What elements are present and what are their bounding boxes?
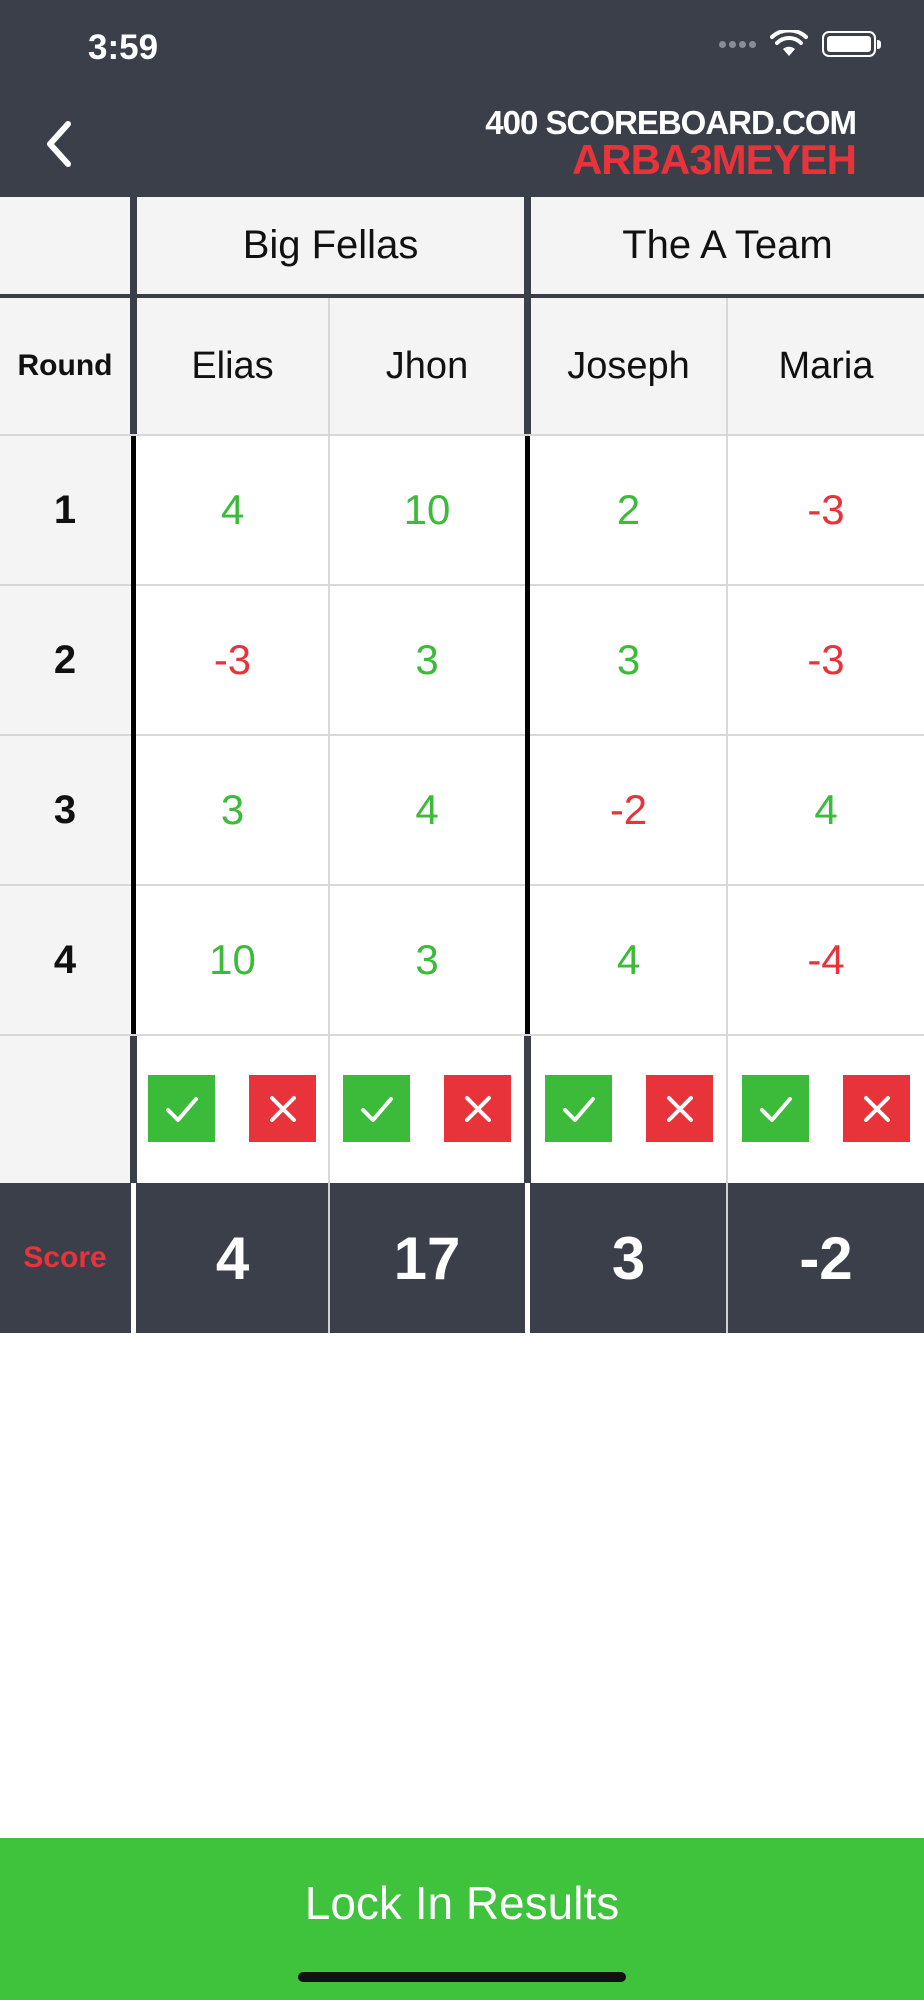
confirm-button[interactable] bbox=[545, 1075, 612, 1142]
player-header-jhon: Jhon bbox=[330, 298, 524, 434]
close-icon bbox=[269, 1095, 296, 1122]
close-icon bbox=[464, 1095, 491, 1122]
home-indicator bbox=[298, 1972, 626, 1982]
check-icon bbox=[165, 1096, 198, 1122]
player-name: Joseph bbox=[567, 344, 690, 387]
score-table: Big Fellas The A Team Round Elias Jhon J… bbox=[0, 197, 924, 1183]
score-cell[interactable]: 4 bbox=[137, 436, 328, 584]
column-divider bbox=[130, 1036, 137, 1183]
round-number: 4 bbox=[0, 886, 130, 1034]
close-icon bbox=[666, 1095, 693, 1122]
status-icons bbox=[719, 30, 881, 58]
reject-button[interactable] bbox=[249, 1075, 316, 1142]
total-divider bbox=[525, 1183, 530, 1333]
reject-button[interactable] bbox=[444, 1075, 511, 1142]
score-cell[interactable]: 2 bbox=[531, 436, 726, 584]
round-label: Round bbox=[17, 349, 113, 382]
score-cell[interactable]: -2 bbox=[531, 736, 726, 884]
status-time: 3:59 bbox=[88, 28, 159, 67]
column-divider bbox=[130, 197, 137, 294]
check-icon bbox=[562, 1096, 595, 1122]
total-label: Score bbox=[23, 1241, 107, 1274]
close-icon bbox=[863, 1095, 890, 1122]
column-divider bbox=[524, 298, 531, 434]
score-cell[interactable]: -3 bbox=[728, 436, 924, 584]
score-cell[interactable]: 3 bbox=[330, 586, 524, 734]
column-divider bbox=[328, 298, 330, 1183]
reject-button[interactable] bbox=[843, 1075, 910, 1142]
score-cell[interactable]: -3 bbox=[137, 586, 328, 734]
column-divider bbox=[726, 298, 728, 1183]
score-cell[interactable]: 4 bbox=[330, 736, 524, 884]
team-header-a-team: The A Team bbox=[531, 197, 924, 294]
team-name: The A Team bbox=[622, 223, 833, 267]
score-cell[interactable]: 3 bbox=[137, 736, 328, 884]
team-header-big-fellas: Big Fellas bbox=[137, 197, 524, 294]
column-divider bbox=[524, 197, 531, 294]
confirm-button[interactable] bbox=[343, 1075, 410, 1142]
total-score: 3 bbox=[611, 1224, 646, 1292]
signal-icon bbox=[719, 40, 756, 48]
back-button[interactable] bbox=[36, 112, 86, 182]
round-number: 1 bbox=[0, 436, 130, 584]
action-row-corner bbox=[0, 1036, 130, 1183]
reject-button[interactable] bbox=[646, 1075, 713, 1142]
player-name: Jhon bbox=[385, 344, 469, 387]
player-header-elias: Elias bbox=[137, 298, 328, 434]
round-column-header: Round bbox=[0, 298, 130, 434]
round-number: 2 bbox=[0, 586, 130, 734]
score-cell[interactable]: 10 bbox=[330, 436, 524, 584]
total-divider bbox=[131, 1183, 136, 1333]
team-divider-right bbox=[525, 436, 530, 1034]
check-icon bbox=[360, 1096, 393, 1122]
round-number: 3 bbox=[0, 736, 130, 884]
player-header-maria: Maria bbox=[728, 298, 924, 434]
check-icon bbox=[759, 1096, 792, 1122]
battery-icon bbox=[822, 31, 881, 57]
chevron-left-icon bbox=[47, 121, 71, 167]
column-divider bbox=[130, 298, 137, 434]
total-score: -2 bbox=[799, 1224, 853, 1292]
player-header-joseph: Joseph bbox=[531, 298, 726, 434]
team-row-corner bbox=[0, 197, 130, 294]
team-name: Big Fellas bbox=[242, 223, 419, 267]
score-cell[interactable]: -4 bbox=[728, 886, 924, 1034]
row-divider bbox=[0, 1034, 924, 1036]
confirm-button[interactable] bbox=[742, 1075, 809, 1142]
score-cell[interactable]: 3 bbox=[330, 886, 524, 1034]
player-name: Elias bbox=[191, 344, 274, 387]
score-cell[interactable]: 10 bbox=[137, 886, 328, 1034]
player-name: Maria bbox=[778, 344, 874, 387]
score-cell[interactable]: -3 bbox=[728, 586, 924, 734]
team-divider-left bbox=[131, 436, 136, 1034]
score-cell[interactable]: 4 bbox=[531, 886, 726, 1034]
total-score: 17 bbox=[393, 1224, 461, 1292]
app-header: 3:59 400 SCOREBOARD.COM ARBA3MEYEH bbox=[0, 0, 924, 197]
brand-name: ARBA3MEYEH bbox=[571, 136, 857, 183]
score-cell[interactable]: 4 bbox=[728, 736, 924, 884]
score-cell[interactable]: 3 bbox=[531, 586, 726, 734]
confirm-button[interactable] bbox=[148, 1075, 215, 1142]
totals-bar: Score 4 17 3 -2 bbox=[0, 1183, 924, 1333]
total-score: 4 bbox=[215, 1224, 250, 1292]
column-divider bbox=[524, 1036, 531, 1183]
wifi-icon bbox=[770, 30, 808, 56]
